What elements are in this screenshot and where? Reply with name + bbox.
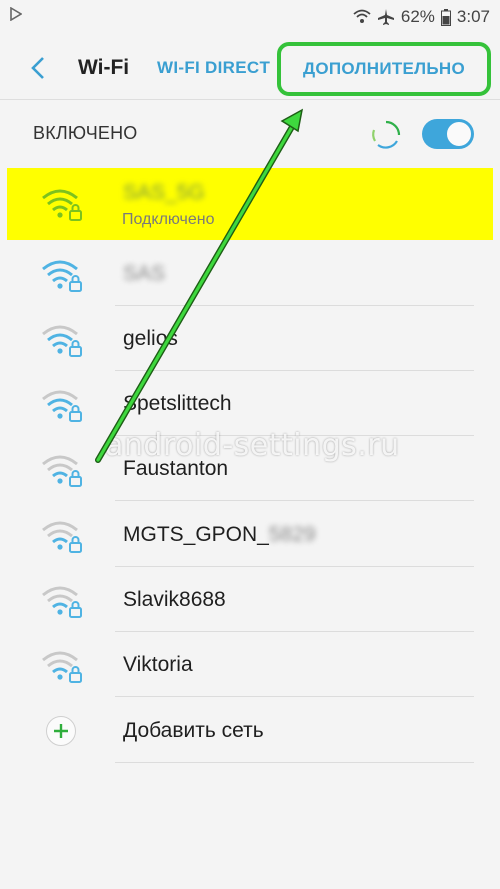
back-button[interactable] bbox=[22, 52, 54, 84]
wifi-signal-full-icon bbox=[42, 260, 82, 292]
network-name: Faustanton bbox=[123, 457, 229, 480]
network-name: SAS_5G bbox=[123, 181, 205, 204]
page-title: Wi-Fi bbox=[78, 56, 130, 79]
divider bbox=[115, 500, 474, 501]
network-name: Spetslittech bbox=[123, 392, 232, 415]
clock: 3:07 bbox=[456, 7, 490, 26]
network-item[interactable]: Faustanton bbox=[0, 436, 500, 501]
network-item[interactable]: gelios bbox=[0, 306, 500, 371]
play-store-icon bbox=[10, 6, 23, 25]
network-item-connected[interactable]: SAS_5G Подключено bbox=[7, 168, 493, 240]
battery-percent: 62% bbox=[400, 7, 435, 26]
wifi-signal-weak-icon bbox=[42, 651, 82, 683]
wifi-signal-weak-icon bbox=[42, 586, 82, 618]
airplane-icon bbox=[377, 8, 395, 26]
toggle-knob bbox=[445, 120, 473, 148]
network-name: SAS bbox=[123, 262, 166, 285]
wifi-signal-full-icon bbox=[42, 189, 82, 221]
wifi-switch-row: ВКЛЮЧЕНО bbox=[0, 101, 500, 167]
network-item[interactable]: SAS bbox=[0, 241, 500, 306]
plus-icon bbox=[46, 716, 76, 746]
wifi-signal-weak-icon bbox=[42, 455, 82, 487]
wifi-signal-weak-icon bbox=[42, 521, 82, 553]
wifi-signal-medium-icon bbox=[42, 390, 82, 422]
action-bar: Wi-Fi WI-FI DIRECT ДОПОЛНИТЕЛЬНО bbox=[0, 36, 500, 100]
wifi-direct-button[interactable]: WI-FI DIRECT bbox=[157, 58, 270, 78]
wifi-status-icon bbox=[353, 9, 371, 25]
network-status: Подключено bbox=[122, 211, 215, 228]
network-name: gelios bbox=[123, 327, 178, 350]
add-network-button[interactable]: Добавить сеть bbox=[0, 698, 500, 763]
network-name: Slavik8688 bbox=[123, 588, 226, 611]
divider bbox=[115, 696, 474, 697]
network-item[interactable]: MGTS_GPON_5829 bbox=[0, 502, 500, 567]
add-network-label: Добавить сеть bbox=[123, 719, 264, 742]
network-item[interactable]: Slavik8688 bbox=[0, 567, 500, 632]
status-bar: 62% 3:07 bbox=[0, 0, 500, 36]
battery-icon bbox=[440, 8, 451, 26]
scanning-spinner-icon bbox=[372, 120, 401, 149]
advanced-button[interactable]: ДОПОЛНИТЕЛЬНО bbox=[277, 42, 491, 96]
switch-label: ВКЛЮЧЕНО bbox=[33, 123, 138, 143]
wifi-signal-medium-icon bbox=[42, 325, 82, 357]
network-name: MGTS_GPON_5829 bbox=[123, 523, 316, 546]
wifi-toggle[interactable] bbox=[422, 119, 474, 149]
divider bbox=[115, 762, 474, 763]
network-name: Viktoria bbox=[123, 653, 193, 676]
network-item[interactable]: Spetslittech bbox=[0, 371, 500, 436]
chevron-left-icon bbox=[31, 57, 44, 79]
network-item[interactable]: Viktoria bbox=[0, 632, 500, 697]
advanced-button-label: ДОПОЛНИТЕЛЬНО bbox=[302, 59, 466, 78]
